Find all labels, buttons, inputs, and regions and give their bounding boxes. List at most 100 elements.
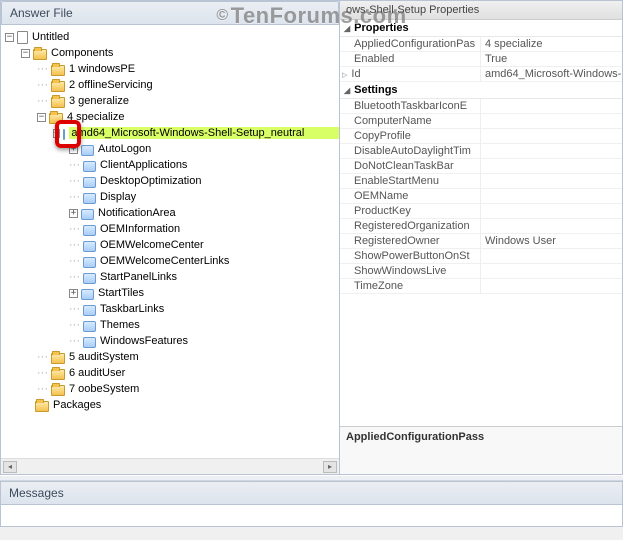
property-value[interactable]: amd64_Microsoft-Windows-Shel (480, 67, 622, 82)
tree-pass[interactable]: ···1 windowsPE (37, 61, 339, 77)
tree-item[interactable]: + AutoLogon (69, 141, 339, 157)
tree-label: 5 auditSystem (69, 351, 139, 363)
tree-item[interactable]: ···OEMInformation (69, 221, 339, 237)
tree-label: NotificationArea (98, 207, 176, 219)
property-value[interactable] (480, 249, 622, 264)
property-value[interactable] (480, 129, 622, 144)
property-value[interactable]: True (480, 52, 622, 67)
property-key[interactable]: ProductKey (340, 204, 480, 219)
tree-view[interactable]: − Untitled − Components ···1 windowsPE··… (1, 25, 339, 458)
collapse-icon[interactable]: − (37, 113, 46, 122)
tree-connector: ··· (69, 319, 83, 331)
tree-pass[interactable]: ···7 oobeSystem (37, 381, 339, 397)
tree-connector: ··· (69, 335, 83, 347)
tree-connector: ··· (69, 255, 83, 267)
property-value[interactable] (480, 144, 622, 159)
tree-item[interactable]: ···OEMWelcomeCenterLinks (69, 253, 339, 269)
tree-item[interactable]: ···StartPanelLinks (69, 269, 339, 285)
property-key[interactable]: OEMName (340, 189, 480, 204)
tree-component-selected[interactable]: −amd64_Microsoft-Windows-Shell-Setup_neu… (53, 125, 339, 141)
tree-components[interactable]: − Components (21, 45, 339, 61)
tree-connector: ··· (69, 271, 83, 283)
main-container: Answer File − Untitled − Co (0, 0, 623, 475)
tree-root[interactable]: − Untitled (5, 29, 339, 45)
tree-item[interactable]: ··· Themes (69, 317, 339, 333)
property-value[interactable] (480, 219, 622, 234)
collapse-icon[interactable]: − (21, 49, 30, 58)
tree-connector: ··· (69, 303, 83, 315)
property-value[interactable]: 4 specialize (480, 37, 622, 52)
tree-item[interactable]: + NotificationArea (69, 205, 339, 221)
component-icon (83, 321, 96, 332)
collapse-icon[interactable]: − (5, 33, 14, 42)
tree-pass[interactable]: ···2 offlineServicing (37, 77, 339, 93)
tree-label: Themes (100, 319, 140, 331)
horizontal-scrollbar[interactable]: ◂ ▸ (1, 458, 339, 474)
tree-label: WindowsFeatures (100, 335, 188, 347)
property-value[interactable] (480, 114, 622, 129)
scroll-right-button[interactable]: ▸ (323, 461, 337, 473)
tree-item[interactable]: ···Display (69, 189, 339, 205)
properties-title: ows-Shell-Setup Properties (346, 4, 479, 16)
tree-pass[interactable]: ··· 3 generalize (37, 93, 339, 109)
tree-label: StartTiles (98, 287, 144, 299)
property-key[interactable]: ComputerName (340, 114, 480, 129)
property-key[interactable]: DisableAutoDaylightTim (340, 144, 480, 159)
property-value[interactable] (480, 279, 622, 294)
property-key[interactable]: DoNotCleanTaskBar (340, 159, 480, 174)
property-value[interactable]: Windows User (480, 234, 622, 249)
component-icon (83, 177, 96, 188)
tree-packages[interactable]: Packages (21, 397, 339, 413)
property-description: AppliedConfigurationPass (340, 426, 622, 474)
property-key[interactable]: AppliedConfigurationPas (340, 37, 480, 52)
tree-label: 3 generalize (69, 95, 129, 107)
property-category[interactable]: Properties (340, 20, 622, 37)
tree-item[interactable]: ··· WindowsFeatures (69, 333, 339, 349)
property-key[interactable]: RegisteredOwner (340, 234, 480, 249)
property-key[interactable]: Enabled (340, 52, 480, 67)
property-value[interactable] (480, 189, 622, 204)
tree-pass[interactable]: ···5 auditSystem (37, 349, 339, 365)
tree-connector: ··· (69, 239, 83, 251)
expand-icon[interactable]: + (69, 209, 78, 218)
property-key[interactable]: TimeZone (340, 279, 480, 294)
tree-item[interactable]: + StartTiles (69, 285, 339, 301)
property-category[interactable]: Settings (340, 82, 622, 99)
property-value[interactable] (480, 264, 622, 279)
property-key[interactable]: ShowPowerButtonOnSt (340, 249, 480, 264)
folder-icon (51, 65, 65, 76)
tree-connector: ··· (37, 95, 51, 107)
property-key[interactable]: Id (340, 67, 480, 82)
tree-item[interactable]: ···DesktopOptimization (69, 173, 339, 189)
tree-pass[interactable]: ···6 auditUser (37, 365, 339, 381)
property-grid[interactable]: PropertiesAppliedConfigurationPas4 speci… (340, 20, 622, 426)
property-value[interactable] (480, 99, 622, 114)
tree-item[interactable]: ···OEMWelcomeCenter (69, 237, 339, 253)
folder-icon (51, 97, 65, 108)
property-key[interactable]: CopyProfile (340, 129, 480, 144)
tree-label: 7 oobeSystem (69, 383, 139, 395)
property-value[interactable] (480, 159, 622, 174)
expand-icon[interactable]: + (69, 289, 78, 298)
tree-label: 6 auditUser (69, 367, 125, 379)
messages-title: Messages (9, 486, 64, 500)
scroll-left-button[interactable]: ◂ (3, 461, 17, 473)
property-key[interactable]: RegisteredOrganization (340, 219, 480, 234)
property-value[interactable] (480, 204, 622, 219)
folder-icon (35, 401, 49, 412)
property-value[interactable] (480, 174, 622, 189)
tree-pass[interactable]: −4 specialize (37, 109, 339, 125)
tree-connector: ··· (37, 79, 51, 91)
property-key[interactable]: BluetoothTaskbarIconE (340, 99, 480, 114)
folder-icon (33, 49, 47, 60)
tree-item[interactable]: ···TaskbarLinks (69, 301, 339, 317)
tree-item[interactable]: ···ClientApplications (69, 157, 339, 173)
expand-icon[interactable]: + (69, 145, 78, 154)
properties-header: ows-Shell-Setup Properties (340, 1, 622, 20)
property-key[interactable]: EnableStartMenu (340, 174, 480, 189)
property-key[interactable]: ShowWindowsLive (340, 264, 480, 279)
tree-connector: ··· (69, 159, 83, 171)
tree-label: Display (100, 191, 136, 203)
collapse-icon[interactable]: − (53, 129, 60, 138)
tree-label: AutoLogon (98, 143, 151, 155)
